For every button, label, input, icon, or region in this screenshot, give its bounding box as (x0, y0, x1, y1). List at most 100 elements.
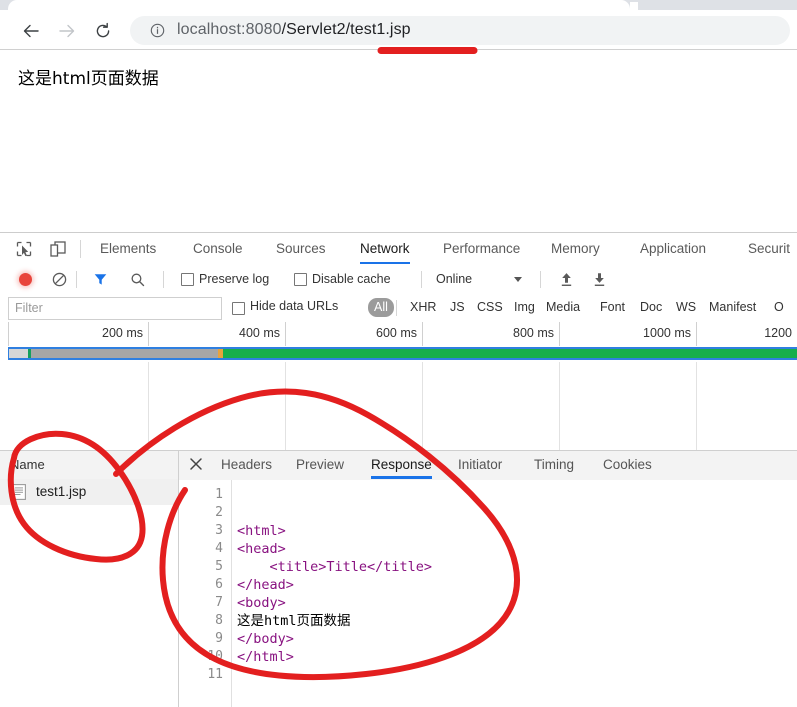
filter-input[interactable]: Filter (8, 297, 222, 320)
type-filter-all[interactable]: All (368, 298, 394, 317)
overview-segment (9, 349, 28, 358)
type-filter-js[interactable]: JS (444, 298, 471, 317)
tab-preview[interactable]: Preview (296, 451, 344, 479)
reload-icon[interactable] (94, 22, 112, 40)
inspect-element-icon[interactable] (14, 239, 34, 259)
line-number: 1 (215, 487, 223, 502)
tab-response[interactable]: Response (371, 451, 432, 479)
line-number: 10 (207, 649, 223, 664)
code-line: <head> (237, 541, 286, 557)
device-toolbar-icon[interactable] (48, 239, 68, 259)
toolbar-divider-4 (540, 271, 541, 288)
request-detail-pane: Headers Preview Response Initiator Timin… (179, 451, 797, 707)
ruler-tick: 600 ms (285, 322, 423, 346)
type-filter-font[interactable]: Font (594, 298, 631, 317)
export-har-icon[interactable] (592, 271, 607, 288)
type-filter-doc[interactable]: Doc (634, 298, 668, 317)
line-number: 6 (215, 577, 223, 592)
throttling-select[interactable]: Online (436, 271, 472, 288)
code-line: 这是html页面数据 (237, 613, 351, 629)
table-row[interactable]: test1.jsp (0, 479, 178, 505)
type-filter-other[interactable]: O (768, 298, 790, 317)
tab-console[interactable]: Console (193, 233, 243, 264)
code-lines: <html> <head> <title>Title</title> </hea… (237, 480, 797, 707)
line-number: 4 (215, 541, 223, 556)
type-filter-img[interactable]: Img (508, 298, 541, 317)
devtools-panel: Elements Console Sources Network Perform… (0, 232, 797, 707)
toolbar-divider-2 (163, 271, 164, 288)
overview-segment (223, 349, 797, 358)
back-arrow-icon[interactable] (22, 22, 40, 40)
tab-timing[interactable]: Timing (534, 451, 574, 479)
line-number: 8 (215, 613, 223, 628)
timeline-ruler: 200 ms 400 ms 600 ms 800 ms 1000 ms 1200 (0, 322, 797, 347)
chevron-down-icon[interactable] (514, 277, 522, 282)
waterfall-grid (0, 362, 797, 450)
detail-tab-bar: Headers Preview Response Initiator Timin… (179, 451, 797, 481)
ruler-tick-label: 800 ms (513, 326, 554, 340)
filter-placeholder: Filter (15, 301, 43, 315)
ruler-tick-label: 600 ms (376, 326, 417, 340)
code-line: <body> (237, 595, 286, 611)
hide-data-urls-checkbox[interactable] (232, 302, 245, 315)
tab-performance[interactable]: Performance (443, 233, 520, 264)
code-line: </head> (237, 577, 294, 593)
line-number: 5 (215, 559, 223, 574)
line-number: 7 (215, 595, 223, 610)
browser-tab-strip (0, 0, 797, 10)
screen: localhost:8080/Servlet2/test1.jsp 这是html… (0, 0, 797, 707)
disable-cache-label[interactable]: Disable cache (312, 271, 391, 288)
tab-memory[interactable]: Memory (551, 233, 600, 264)
tab-elements[interactable]: Elements (100, 233, 156, 264)
hide-data-urls-label[interactable]: Hide data URLs (250, 299, 338, 313)
forward-arrow-icon[interactable] (58, 22, 76, 40)
ruler-tick-label: 400 ms (239, 326, 280, 340)
code-line: <html> (237, 523, 286, 539)
clear-icon[interactable] (52, 272, 67, 287)
line-number: 9 (215, 631, 223, 646)
timeline-overview[interactable] (0, 346, 797, 362)
search-icon[interactable] (130, 272, 145, 287)
tab-sources[interactable]: Sources (276, 233, 326, 264)
tab-network[interactable]: Network (360, 233, 410, 264)
tab-headers[interactable]: Headers (221, 451, 272, 479)
preserve-log-checkbox[interactable] (181, 273, 194, 286)
request-name: test1.jsp (36, 484, 87, 499)
type-filter-media[interactable]: Media (540, 298, 586, 317)
network-toolbar: Preserve log Disable cache Online (0, 265, 797, 295)
disable-cache-checkbox[interactable] (294, 273, 307, 286)
type-filter-manifest[interactable]: Manifest (703, 298, 762, 317)
type-filter-ws[interactable]: WS (670, 298, 702, 317)
type-filter-css[interactable]: CSS (471, 298, 509, 317)
browser-toolbar: localhost:8080/Servlet2/test1.jsp (0, 10, 797, 50)
tab-cookies[interactable]: Cookies (603, 451, 652, 479)
close-icon[interactable] (189, 457, 203, 471)
type-filter-xhr[interactable]: XHR (404, 298, 442, 317)
page-viewport: 这是html页面数据 (0, 50, 797, 232)
response-body-viewer[interactable]: 1 2 3 4 5 6 7 8 9 10 11 <html> <head> <t… (179, 480, 797, 707)
browser-tab[interactable] (8, 0, 638, 10)
ruler-tick-label: 200 ms (102, 326, 143, 340)
tab-application[interactable]: Application (640, 233, 706, 264)
document-file-icon (12, 484, 26, 500)
address-bar-url[interactable]: localhost:8080/Servlet2/test1.jsp (177, 21, 411, 39)
network-filter-bar: Filter Hide data URLs All XHR JS CSS Img… (0, 294, 797, 323)
record-button-icon[interactable] (19, 273, 32, 286)
tab-security[interactable]: Securit (748, 233, 790, 264)
ruler-tick: 800 ms (422, 322, 560, 346)
code-line: </body> (237, 631, 294, 647)
import-har-icon[interactable] (559, 271, 574, 288)
url-host: localhost:8080 (177, 21, 282, 38)
page-body-text: 这是html页面数据 (18, 69, 159, 89)
code-line: </html> (237, 649, 294, 665)
filterbar-divider (396, 300, 397, 316)
preserve-log-label[interactable]: Preserve log (199, 271, 269, 288)
tab-initiator[interactable]: Initiator (458, 451, 502, 479)
toolbar-divider-3 (421, 271, 422, 288)
ruler-tick: 400 ms (148, 322, 286, 346)
request-list-header[interactable]: Name (0, 451, 178, 480)
url-path: /Servlet2/test1.jsp (281, 21, 411, 38)
filter-funnel-icon[interactable] (93, 272, 108, 287)
column-header-name: Name (10, 457, 45, 472)
info-circle-icon[interactable] (150, 23, 165, 38)
